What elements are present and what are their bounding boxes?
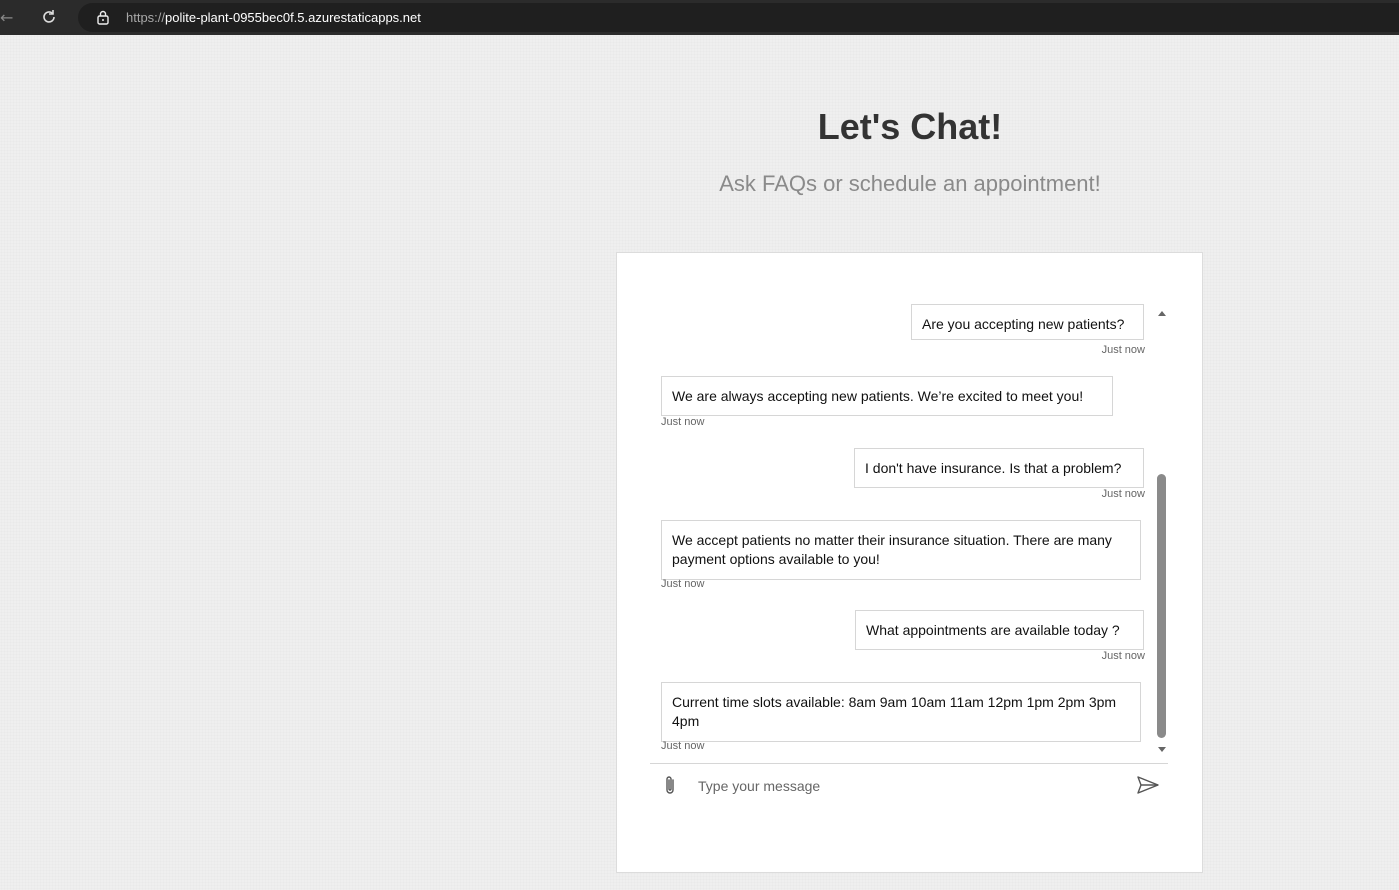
url-scheme: https:// — [126, 10, 166, 25]
scrollbar-thumb[interactable] — [1157, 474, 1166, 738]
reload-icon[interactable] — [40, 8, 58, 26]
scroll-up-arrow-icon[interactable] — [1158, 311, 1166, 316]
page-body: Let's Chat! Ask FAQs or schedule an appo… — [0, 35, 1399, 890]
message-composer — [650, 763, 1168, 811]
user-message-bubble: What appointments are available today ? — [855, 610, 1144, 650]
message-timestamp: Just now — [1101, 488, 1145, 500]
chat-transcript: Are you accepting new patients? Just now… — [653, 299, 1168, 759]
chat-panel: Are you accepting new patients? Just now… — [616, 252, 1203, 873]
message-timestamp: Just now — [1101, 650, 1145, 662]
message-text: We are always accepting new patients. We… — [672, 388, 1084, 404]
message-text: Are you accepting new patients? — [922, 316, 1125, 332]
message-input[interactable] — [698, 774, 1118, 798]
user-message-bubble: I don't have insurance. Is that a proble… — [854, 448, 1144, 488]
lock-icon — [97, 10, 109, 25]
user-message-bubble: Are you accepting new patients? — [911, 304, 1144, 340]
message-timestamp: Just now — [1101, 344, 1145, 356]
message-text: We accept patients no matter their insur… — [672, 532, 1112, 567]
page-subtitle: Ask FAQs or schedule an appointment! — [719, 171, 1101, 196]
bot-message-bubble: We are always accepting new patients. We… — [661, 376, 1113, 416]
message-text: Current time slots available: 8am 9am 10… — [672, 694, 1117, 729]
transcript-scrollbar[interactable] — [1155, 301, 1169, 757]
bot-message-bubble: We accept patients no matter their insur… — [661, 520, 1141, 580]
message-timestamp: Just now — [661, 740, 705, 752]
scroll-down-arrow-icon[interactable] — [1158, 747, 1166, 752]
arrow-left-icon[interactable]: ← — [0, 9, 14, 27]
message-text: I don't have insurance. Is that a proble… — [865, 460, 1122, 476]
send-icon[interactable] — [1136, 775, 1160, 795]
url-text[interactable]: https://polite-plant-0955bec0f.5.azurest… — [126, 9, 421, 26]
bot-message-bubble: Current time slots available: 8am 9am 10… — [661, 682, 1141, 742]
message-timestamp: Just now — [661, 578, 705, 590]
browser-toolbar: ← https://polite-plant-0955bec0f.5.azure… — [0, 0, 1399, 35]
message-timestamp: Just now — [661, 416, 705, 428]
url-host: polite-plant-0955bec0f.5.azurestaticapps… — [165, 10, 421, 25]
paperclip-icon[interactable] — [662, 774, 678, 796]
message-text: What appointments are available today ? — [866, 622, 1120, 638]
page-title: Let's Chat! — [817, 106, 1003, 147]
